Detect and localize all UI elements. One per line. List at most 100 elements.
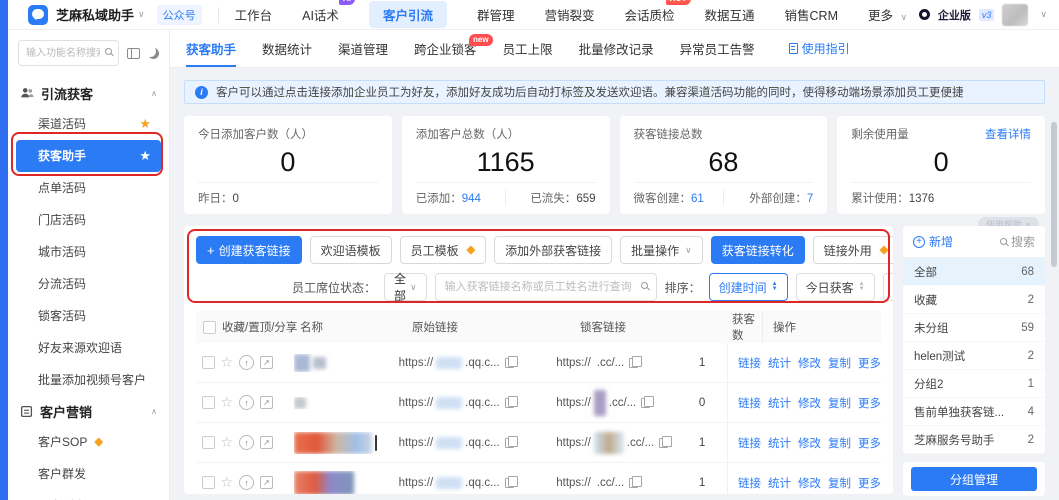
pin-top-icon[interactable]: ↑ [239, 395, 254, 410]
toolbar-button[interactable]: 添加外部获客链接 [494, 236, 612, 264]
pin-top-icon[interactable]: ↑ [239, 355, 254, 370]
sidebar-item[interactable]: 门店活码 [16, 204, 161, 236]
sidebar-item[interactable]: 好友来源欢迎语 [16, 332, 161, 364]
row-action-link[interactable]: 链接 [738, 435, 761, 451]
sort-button[interactable]: 累计获客 ▲▼ [883, 273, 893, 301]
row-action-link[interactable]: 更多 [858, 435, 881, 451]
user-avatar[interactable] [1002, 4, 1028, 26]
sidebar-item[interactable]: 城市活码 [16, 236, 161, 268]
copy-icon[interactable] [629, 478, 638, 488]
row-action-link[interactable]: 复制 [828, 435, 851, 451]
row-checkbox[interactable] [202, 396, 215, 409]
user-chevron-down-icon[interactable]: ∨ [1040, 9, 1047, 20]
row-action-link[interactable]: 统计 [768, 395, 791, 411]
sidebar-item[interactable]: 客户群发 [16, 458, 161, 490]
top-nav-item[interactable]: 销售CRM [785, 2, 838, 27]
top-nav-item[interactable]: 工作台 [235, 2, 273, 27]
usage-guide-link[interactable]: 使用指引 [789, 40, 850, 57]
share-icon[interactable]: ↗ [260, 356, 273, 369]
toolbar-button[interactable]: 员工模板 ◆ [400, 236, 486, 264]
copy-icon[interactable] [505, 398, 514, 408]
top-nav-item[interactable]: 会话质检 HOT [624, 2, 674, 27]
sidebar-item[interactable]: 获客助手 ★ [16, 140, 161, 172]
sidebar-section-acquisition[interactable]: 引流获客 ∧ [8, 78, 169, 108]
sidebar-item[interactable]: 逐客群发 [16, 490, 161, 500]
toolbar-button[interactable]: 链接外用 ◆ [813, 236, 893, 264]
seat-status-select[interactable]: 全部 ∨ [384, 273, 427, 301]
group-item[interactable]: 未分组 59 [903, 314, 1045, 342]
sidebar-item[interactable]: 分流活码 [16, 268, 161, 300]
share-icon[interactable]: ↗ [260, 396, 273, 409]
top-nav-item[interactable]: 群管理 [477, 2, 515, 27]
toolbar-button[interactable]: 获客链接转化 [711, 236, 805, 264]
chevron-up-icon[interactable]: ∧ [151, 407, 157, 416]
sidebar-item[interactable]: 渠道活码 ★ [16, 108, 161, 140]
toolbar-button[interactable]: 欢迎语模板 [310, 236, 392, 264]
row-action-link[interactable]: 链接 [738, 355, 761, 371]
copy-icon[interactable] [659, 438, 668, 448]
sidebar-item[interactable]: 客户SOP ◆ [16, 426, 161, 458]
sidebar-item[interactable]: 批量添加视频号客户 [16, 364, 161, 396]
page-tab[interactable]: 批量修改记录 [579, 30, 654, 67]
favorite-star-icon[interactable]: ☆ [220, 474, 233, 491]
copy-icon[interactable] [505, 438, 514, 448]
row-action-link[interactable]: 链接 [738, 475, 761, 491]
row-checkbox[interactable] [202, 476, 215, 489]
page-tab[interactable]: 异常员工告警 [680, 30, 755, 67]
sidebar-section-marketing[interactable]: 客户营销 ∧ [8, 396, 169, 426]
page-tab[interactable]: 跨企业锁客 new [414, 30, 477, 67]
toolbar-button[interactable]: 批量操作 ∨ [620, 236, 703, 264]
sidebar-item[interactable]: 点单活码 [16, 172, 161, 204]
page-tab[interactable]: 渠道管理 [338, 30, 388, 67]
favorite-star-icon[interactable]: ☆ [220, 434, 233, 451]
sidebar-item[interactable]: 锁客活码 [16, 300, 161, 332]
group-item[interactable]: 芝麻服务号助手 2 [903, 426, 1045, 454]
row-action-link[interactable]: 统计 [768, 435, 791, 451]
wecom-created-link[interactable]: 61 [691, 193, 704, 205]
row-action-link[interactable]: 更多 [858, 475, 881, 491]
chevron-up-icon[interactable]: ∧ [151, 89, 157, 98]
pin-top-icon[interactable]: ↑ [239, 435, 254, 450]
row-checkbox[interactable] [202, 356, 215, 369]
row-action-link[interactable]: 修改 [798, 395, 821, 411]
page-tab[interactable]: 数据统计 [262, 30, 312, 67]
star-icon[interactable]: ★ [139, 108, 151, 140]
top-nav-item[interactable]: 客户引流 [369, 1, 447, 28]
copy-icon[interactable] [629, 358, 638, 368]
star-icon[interactable]: ★ [139, 140, 151, 172]
pin-top-icon[interactable]: ↑ [239, 475, 254, 490]
share-icon[interactable]: ↗ [260, 476, 273, 489]
external-created-link[interactable]: 7 [807, 193, 813, 205]
top-nav-item[interactable]: AI话术 AI [302, 2, 339, 27]
row-action-link[interactable]: 更多 [858, 395, 881, 411]
row-action-link[interactable]: 修改 [798, 355, 821, 371]
row-action-link[interactable]: 更多 [858, 355, 881, 371]
copy-icon[interactable] [505, 478, 514, 488]
copy-icon[interactable] [505, 358, 514, 368]
row-action-link[interactable]: 复制 [828, 395, 851, 411]
group-manage-button[interactable]: 分组管理 [911, 467, 1037, 491]
theme-moon-icon[interactable] [148, 48, 159, 59]
added-count-link[interactable]: 944 [462, 193, 481, 205]
favorite-star-icon[interactable]: ☆ [220, 354, 233, 371]
row-action-link[interactable]: 修改 [798, 475, 821, 491]
row-action-link[interactable]: 统计 [768, 475, 791, 491]
row-action-link[interactable]: 修改 [798, 435, 821, 451]
search-icon[interactable] [641, 282, 648, 289]
toolbar-button[interactable]: + 创建获客链接 [196, 236, 302, 264]
row-action-link[interactable]: 链接 [738, 395, 761, 411]
group-item[interactable]: 售前单独获客链... 4 [903, 398, 1045, 426]
sort-button[interactable]: 创建时间 ▲▼ [709, 273, 788, 301]
add-group-button[interactable]: + 新增 [913, 233, 953, 250]
group-item[interactable]: 分组2 1 [903, 370, 1045, 398]
table-search-input[interactable] [435, 273, 657, 301]
row-action-link[interactable]: 复制 [828, 475, 851, 491]
copy-icon[interactable] [641, 398, 650, 408]
top-nav-item[interactable]: 营销裂变 [544, 2, 594, 27]
group-item[interactable]: 收藏 2 [903, 286, 1045, 314]
view-details-link[interactable]: 查看详情 [985, 126, 1031, 142]
official-account-tag[interactable]: 公众号 [157, 5, 202, 25]
scrollbar-thumb[interactable] [1051, 122, 1057, 267]
group-search-button[interactable]: 搜索 [1000, 233, 1035, 250]
page-tab[interactable]: 员工上限 [503, 30, 553, 67]
